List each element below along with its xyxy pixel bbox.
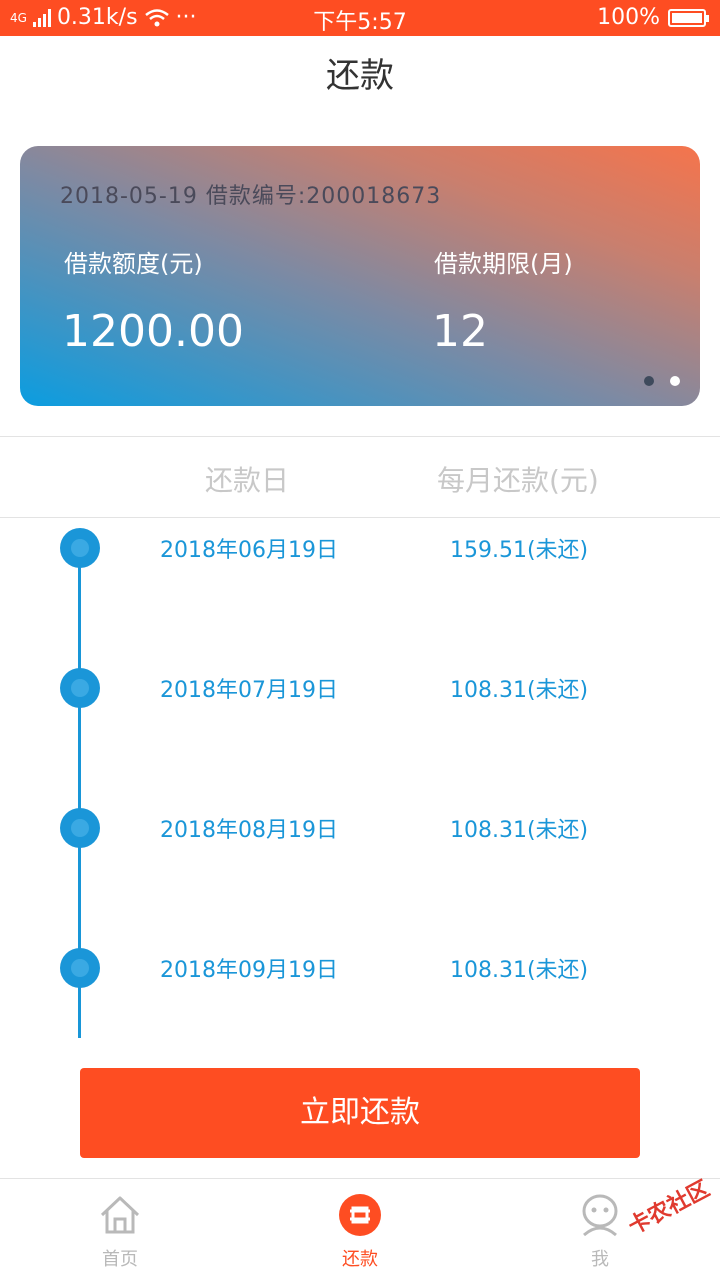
user-icon xyxy=(582,1194,618,1237)
timeline-node xyxy=(60,668,100,708)
repayment-timeline: 2018年06月19日 159.51(未还) 2018年07月19日 108.3… xyxy=(0,518,720,1040)
timeline-node xyxy=(60,948,100,988)
tab-repay[interactable]: 还款 xyxy=(300,1179,420,1279)
loan-meta: 2018-05-19 借款编号:200018673 xyxy=(60,184,442,209)
schedule-amount: 108.31(未还) xyxy=(450,818,589,843)
loan-term-value: 12 xyxy=(432,306,488,357)
schedule-row: 2018年09月19日 108.31(未还) xyxy=(0,938,720,998)
bottom-tab-bar: 首页 还款 我 xyxy=(0,1178,720,1280)
carousel-dot[interactable] xyxy=(644,376,654,386)
column-header-amount: 每月还款(元) xyxy=(437,464,599,497)
schedule-date: 2018年06月19日 xyxy=(160,538,338,563)
carousel-dot-active[interactable] xyxy=(670,376,680,386)
schedule-row: 2018年07月19日 108.31(未还) xyxy=(0,658,720,718)
repay-now-button[interactable]: 立即还款 xyxy=(80,1068,640,1158)
schedule-amount: 108.31(未还) xyxy=(450,958,589,983)
loan-amount-value: 1200.00 xyxy=(62,306,244,357)
carousel-indicator xyxy=(644,376,680,386)
repay-icon xyxy=(339,1194,381,1236)
loan-term-label: 借款期限(月) xyxy=(434,250,573,278)
tab-repay-label: 还款 xyxy=(342,1249,378,1270)
schedule-date: 2018年07月19日 xyxy=(160,678,338,703)
status-bar: 4G 0.31k/s ··· 下午5:57 100% xyxy=(0,0,720,36)
loan-card[interactable]: 2018-05-19 借款编号:200018673 借款额度(元) 1200.0… xyxy=(20,146,700,406)
tab-me-label: 我 xyxy=(591,1249,609,1270)
schedule-amount: 159.51(未还) xyxy=(450,538,589,563)
schedule-header: 还款日 每月还款(元) xyxy=(0,436,720,518)
status-right: 100% xyxy=(597,5,709,30)
schedule-amount: 108.31(未还) xyxy=(450,678,589,703)
loan-amount-label: 借款额度(元) xyxy=(64,250,203,278)
schedule-date: 2018年08月19日 xyxy=(160,818,338,843)
timeline-node xyxy=(60,808,100,848)
tab-home-label: 首页 xyxy=(102,1249,138,1270)
battery-percent: 100% xyxy=(597,5,660,30)
timeline-node xyxy=(60,528,100,568)
battery-icon xyxy=(668,8,709,27)
tab-home[interactable]: 首页 xyxy=(60,1179,180,1279)
schedule-row: 2018年06月19日 159.51(未还) xyxy=(0,518,720,578)
column-header-date: 还款日 xyxy=(205,464,290,497)
schedule-row: 2018年08月19日 108.31(未还) xyxy=(0,798,720,858)
page-title: 还款 xyxy=(326,56,394,96)
home-icon xyxy=(100,1196,140,1234)
schedule-date: 2018年09月19日 xyxy=(160,958,338,983)
